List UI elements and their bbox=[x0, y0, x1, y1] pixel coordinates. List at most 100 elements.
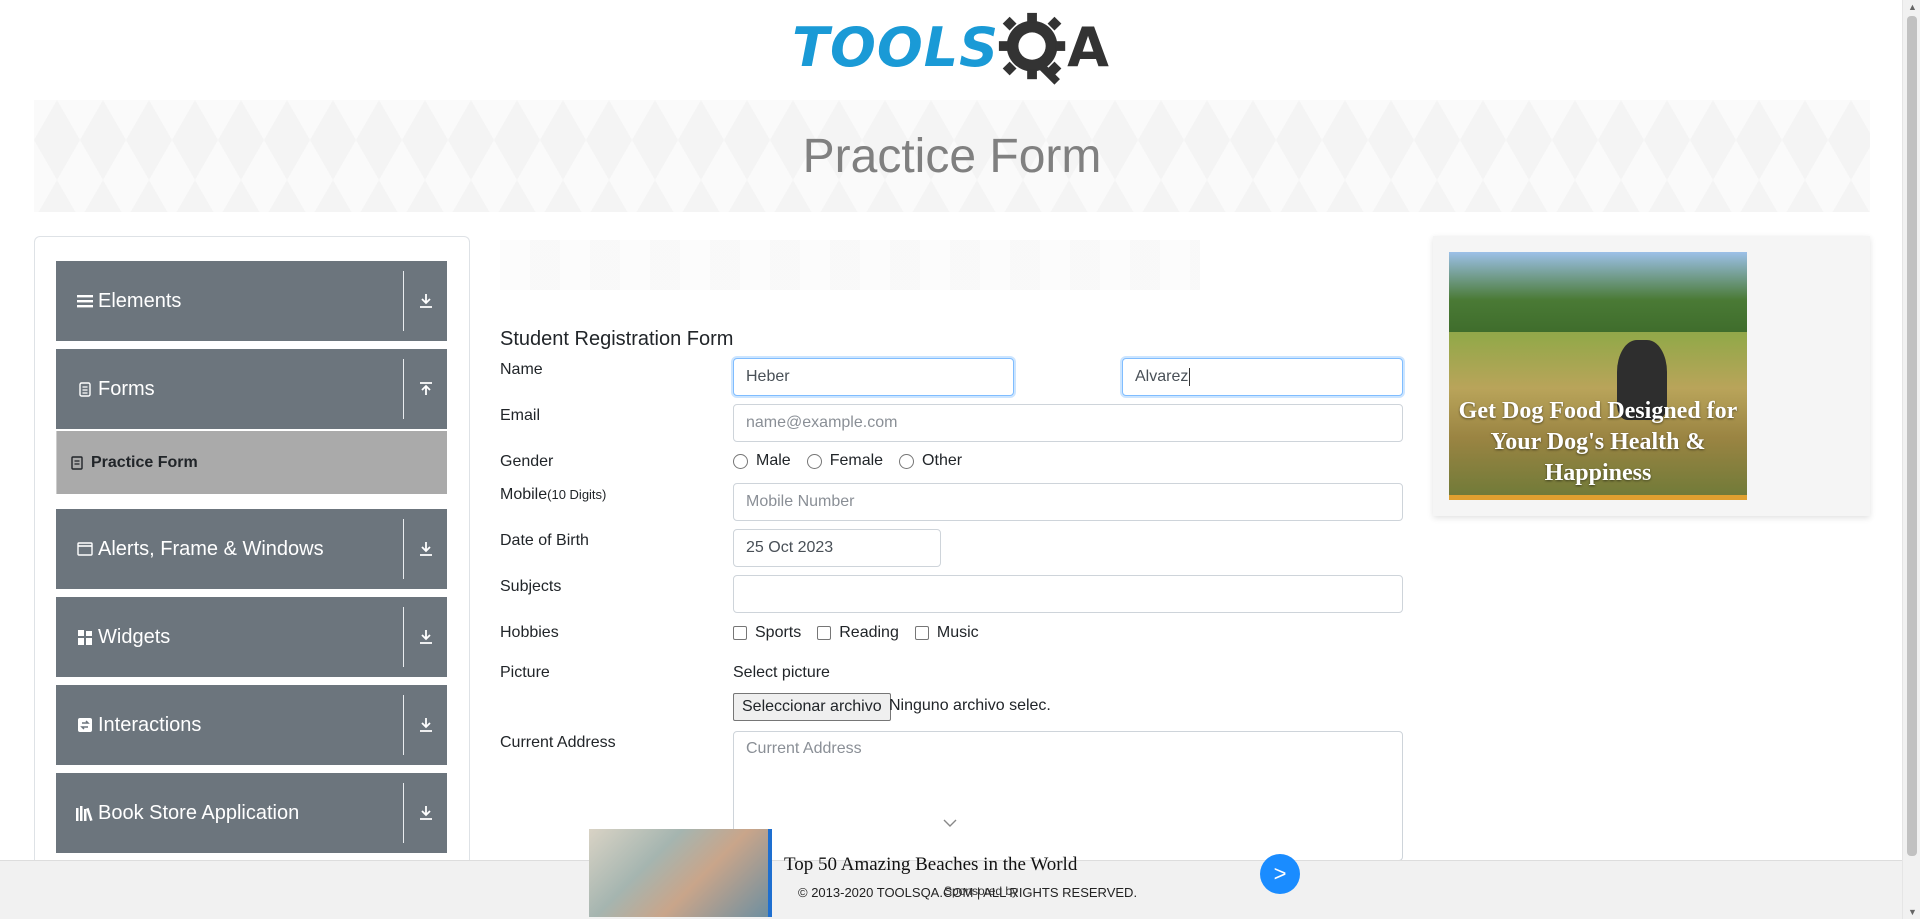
download-icon[interactable] bbox=[414, 801, 438, 825]
sidebar-group-label: Elements bbox=[98, 289, 182, 312]
select-picture-caption: Select picture bbox=[733, 664, 830, 681]
mobile-label-text: Mobile bbox=[500, 486, 548, 503]
file-status: Ninguno archivo selec. bbox=[889, 697, 1051, 714]
mobile-label: Mobile(10 Digits) bbox=[500, 486, 606, 504]
form-title: Student Registration Form bbox=[500, 328, 734, 350]
radio-circle[interactable] bbox=[806, 453, 822, 469]
download-icon[interactable] bbox=[414, 289, 438, 313]
form-icon bbox=[71, 455, 87, 470]
dob-label: Date of Birth bbox=[500, 532, 589, 549]
bottom-advertisement[interactable]: Top 50 Amazing Beaches in the World Spon… bbox=[589, 829, 1335, 919]
sidebar-group-label: Forms bbox=[98, 377, 155, 400]
ad-bar bbox=[1449, 495, 1747, 500]
divider bbox=[403, 519, 404, 579]
window-icon bbox=[74, 542, 96, 556]
page-banner: Practice Form bbox=[34, 100, 1870, 212]
page-title: Practice Form bbox=[802, 129, 1102, 183]
sidebar-group-alerts[interactable]: Alerts, Frame & Windows bbox=[56, 509, 447, 589]
radio-circle[interactable] bbox=[899, 453, 915, 469]
sidebar-item-label: Practice Form bbox=[91, 453, 198, 471]
scroll-down-arrow-icon[interactable]: ▼ bbox=[1908, 907, 1917, 917]
hobby-reading-checkbox[interactable]: Reading bbox=[817, 624, 899, 642]
page-scrollbar[interactable]: ▲ ▼ bbox=[1902, 0, 1920, 919]
scroll-up-arrow-icon[interactable]: ▲ bbox=[1908, 2, 1917, 12]
gender-other-label: Other bbox=[922, 452, 963, 469]
download-icon[interactable] bbox=[414, 537, 438, 561]
picture-label: Picture bbox=[500, 664, 550, 681]
grid-icon bbox=[74, 629, 96, 645]
toolsqa-logo[interactable]: TOOLS A bbox=[792, 9, 1110, 87]
download-icon[interactable] bbox=[414, 625, 438, 649]
ad-text: Get Dog Food Designed for Your Dog's Hea… bbox=[1458, 398, 1738, 486]
gear-q-icon bbox=[998, 12, 1066, 85]
checkbox-box[interactable] bbox=[914, 626, 929, 640]
sidebar-group-label: Widgets bbox=[98, 625, 171, 648]
gender-options: Male Female Other bbox=[733, 452, 978, 470]
subjects-label: Subjects bbox=[500, 578, 562, 595]
sidebar-group-label: Interactions bbox=[98, 713, 202, 736]
download-icon[interactable] bbox=[414, 713, 438, 737]
hobbies-label: Hobbies bbox=[500, 624, 559, 641]
gender-female-label: Female bbox=[829, 452, 884, 469]
last-name-value: Alvarez bbox=[1135, 368, 1189, 385]
checkbox-box[interactable] bbox=[733, 626, 747, 640]
chevron-down-icon bbox=[943, 814, 957, 830]
sidebar-group-elements[interactable]: Elements bbox=[56, 261, 447, 341]
sidebar: Elements Forms Practice Form Alerts, Fra… bbox=[34, 236, 470, 919]
gender-female-radio[interactable]: Female bbox=[806, 452, 884, 470]
email-input[interactable]: name@example.com bbox=[733, 404, 1403, 442]
sidebar-group-book-store[interactable]: Book Store Application bbox=[56, 773, 447, 853]
hobby-sports-label: Sports bbox=[755, 624, 802, 641]
sidebar-group-interactions[interactable]: Interactions bbox=[56, 685, 447, 765]
sidebar-group-label: Alerts, Frame & Windows bbox=[98, 537, 324, 560]
hobby-music-checkbox[interactable]: Music bbox=[914, 624, 979, 642]
beach-ad-thumbnail[interactable] bbox=[589, 829, 772, 917]
hobby-reading-label: Reading bbox=[839, 624, 899, 641]
dog-food-ad-image[interactable]: Get Dog Food Designed for Your Dog's Hea… bbox=[1449, 252, 1747, 500]
last-name-input[interactable]: Alvarez bbox=[1122, 358, 1403, 396]
hobby-music-label: Music bbox=[936, 624, 979, 641]
divider bbox=[403, 359, 404, 419]
email-label: Email bbox=[500, 407, 541, 424]
ad-headline[interactable]: Top 50 Amazing Beaches in the World bbox=[784, 854, 1077, 876]
document-icon bbox=[74, 381, 96, 397]
current-address-label: Current Address bbox=[500, 734, 616, 751]
mobile-input[interactable]: Mobile Number bbox=[733, 483, 1403, 521]
subjects-input[interactable] bbox=[733, 575, 1403, 613]
gender-male-radio[interactable]: Male bbox=[733, 452, 791, 470]
sidebar-group-forms[interactable]: Forms bbox=[56, 349, 447, 429]
interaction-icon bbox=[74, 718, 96, 732]
ad-next-button[interactable]: > bbox=[1260, 854, 1300, 894]
gender-male-label: Male bbox=[756, 452, 791, 469]
sidebar-item-practice-form[interactable]: Practice Form bbox=[56, 431, 447, 494]
divider bbox=[403, 695, 404, 755]
dob-input[interactable]: 25 Oct 2023 bbox=[733, 529, 941, 567]
text-cursor bbox=[1189, 368, 1191, 386]
gender-label: Gender bbox=[500, 453, 554, 470]
divider bbox=[403, 271, 404, 331]
gender-other-radio[interactable]: Other bbox=[899, 452, 962, 470]
divider bbox=[403, 783, 404, 843]
first-name-input[interactable]: Heber bbox=[733, 358, 1014, 396]
list-icon bbox=[74, 294, 96, 308]
upload-icon[interactable] bbox=[414, 377, 438, 401]
side-advertisement[interactable]: Get Dog Food Designed for Your Dog's Hea… bbox=[1433, 236, 1870, 516]
top-ad-placeholder bbox=[500, 240, 1200, 290]
sidebar-group-label: Book Store Application bbox=[98, 801, 300, 824]
mobile-hint: (10 Digits) bbox=[547, 487, 607, 502]
scrollbar-thumb[interactable] bbox=[1907, 16, 1917, 856]
sidebar-group-widgets[interactable]: Widgets bbox=[56, 597, 447, 677]
divider bbox=[403, 607, 404, 667]
logo-a-text: A bbox=[1067, 16, 1110, 79]
choose-file-button[interactable]: Seleccionar archivo bbox=[733, 693, 891, 721]
name-label: Name bbox=[500, 361, 543, 378]
header: TOOLS A bbox=[0, 0, 1902, 95]
ad-trees bbox=[1449, 252, 1747, 332]
hobbies-options: Sports Reading Music bbox=[733, 624, 995, 642]
logo-tools-text: TOOLS bbox=[792, 16, 1000, 79]
hobby-sports-checkbox[interactable]: Sports bbox=[733, 624, 801, 642]
books-icon bbox=[74, 805, 96, 821]
checkbox-box[interactable] bbox=[817, 626, 832, 640]
radio-circle[interactable] bbox=[733, 453, 748, 469]
ad-sponsor: Sponsored by bbox=[944, 884, 1019, 898]
